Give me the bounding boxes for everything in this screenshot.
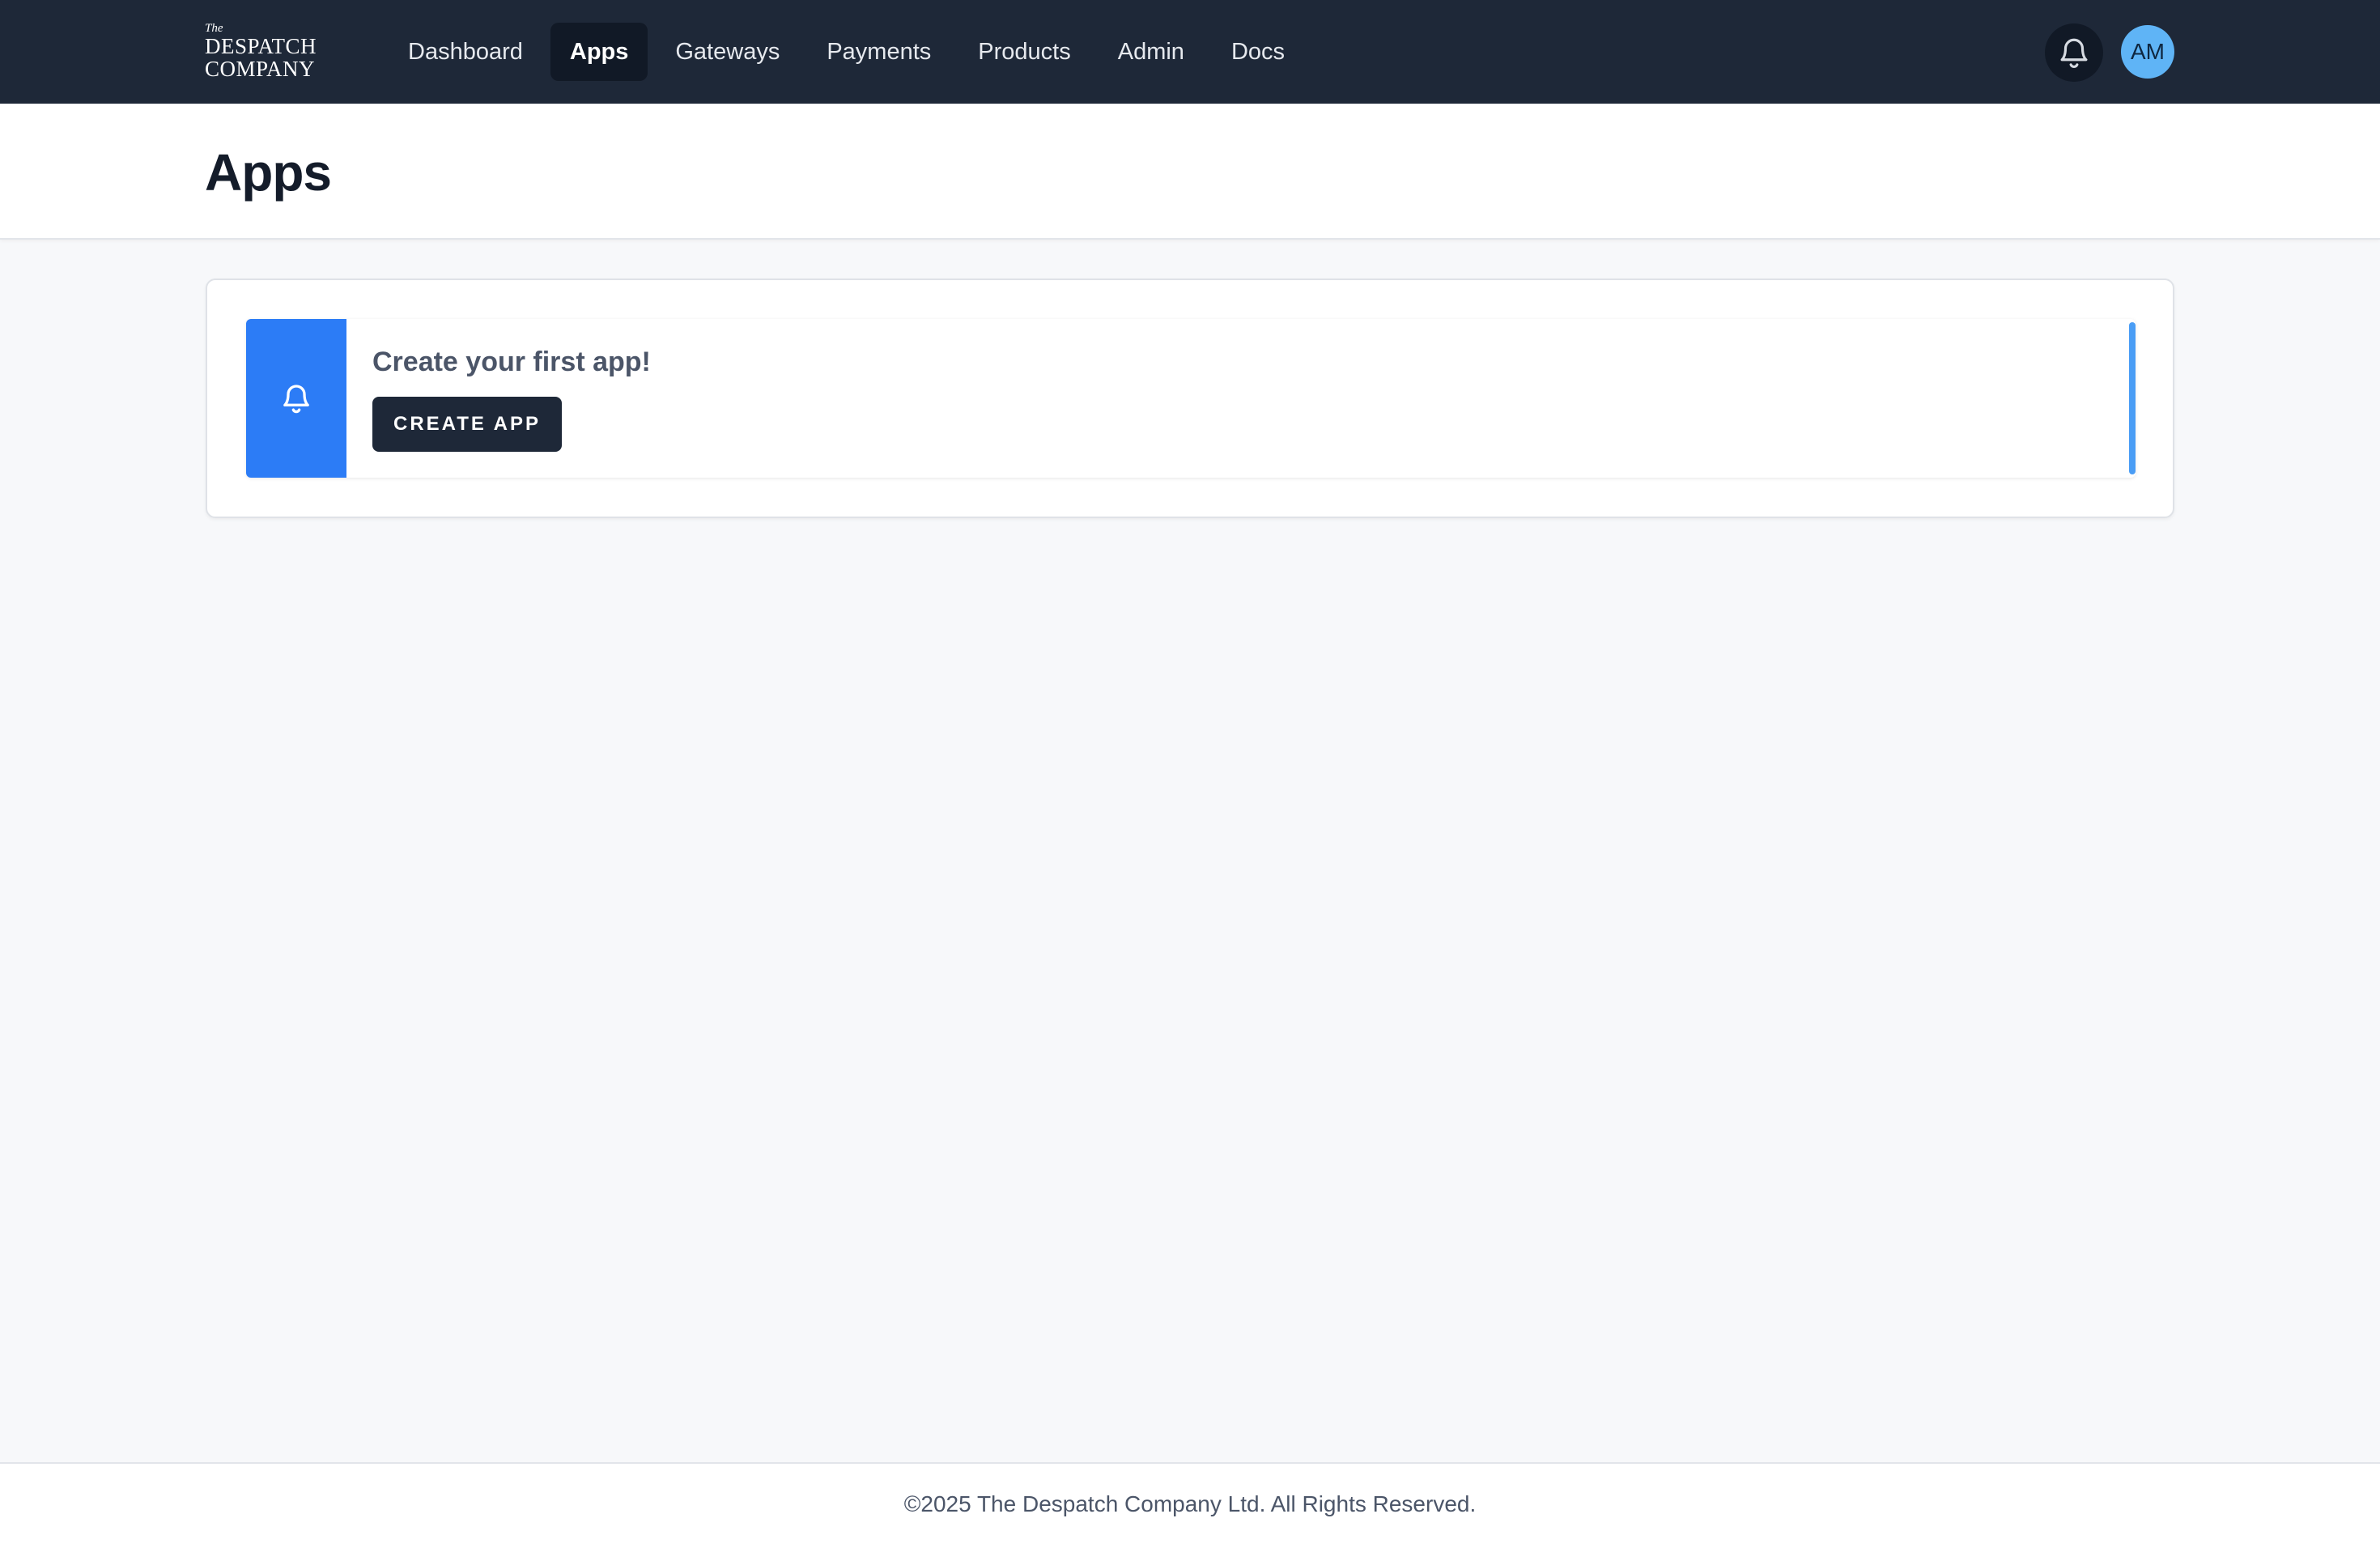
page-header: Apps xyxy=(0,104,2380,240)
user-avatar[interactable]: AM xyxy=(2121,25,2174,79)
company-logo[interactable]: The DESPATCH COMPANY xyxy=(205,23,326,81)
create-app-button[interactable]: CREATE APP xyxy=(372,397,562,452)
logo-line-1: DESPATCH xyxy=(205,34,317,58)
nav-item-apps[interactable]: Apps xyxy=(550,23,648,81)
nav-item-payments[interactable]: Payments xyxy=(807,23,950,81)
nav-item-products[interactable]: Products xyxy=(958,23,1090,81)
logo-line-2: COMPANY xyxy=(205,57,316,81)
empty-state-callout: Create your first app! CREATE APP xyxy=(246,319,2136,478)
nav-item-admin[interactable]: Admin xyxy=(1099,23,1204,81)
bell-icon xyxy=(283,385,309,414)
top-navigation-bar: The DESPATCH COMPANY Dashboard Apps Gate… xyxy=(0,0,2380,104)
nav-item-gateways[interactable]: Gateways xyxy=(656,23,799,81)
notifications-button[interactable] xyxy=(2045,23,2103,82)
callout-icon-panel xyxy=(246,319,346,478)
apps-card: Create your first app! CREATE APP xyxy=(206,279,2174,518)
empty-state-title: Create your first app! xyxy=(372,347,651,377)
main-navigation: Dashboard Apps Gateways Payments Product… xyxy=(389,23,1304,81)
callout-accent-border xyxy=(2129,322,2136,474)
page-footer: ©2025 The Despatch Company Ltd. All Righ… xyxy=(0,1462,2380,1548)
footer-copyright: ©2025 The Despatch Company Ltd. All Righ… xyxy=(903,1491,1477,1516)
bell-icon xyxy=(2060,38,2088,68)
nav-item-dashboard[interactable]: Dashboard xyxy=(389,23,542,81)
nav-item-docs[interactable]: Docs xyxy=(1212,23,1304,81)
page-title: Apps xyxy=(205,143,332,202)
